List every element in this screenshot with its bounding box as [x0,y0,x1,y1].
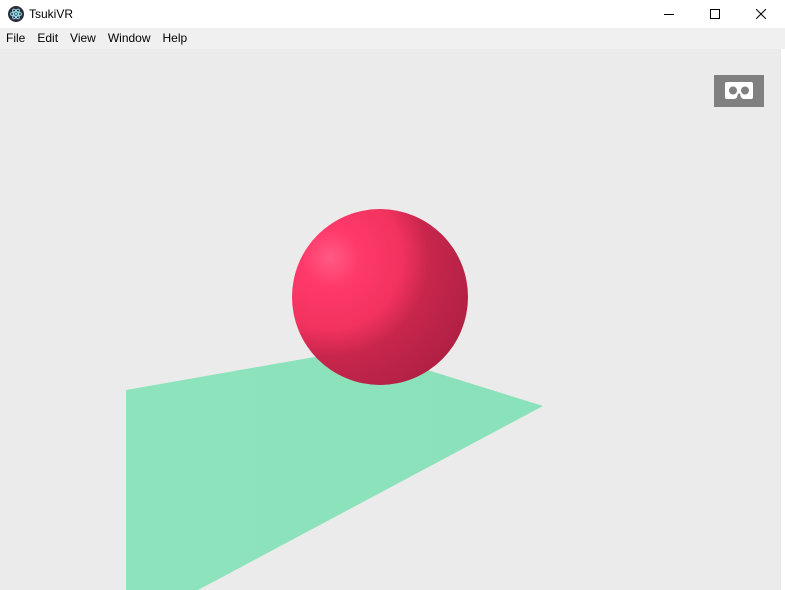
ground-plane [126,349,543,590]
menu-view[interactable]: View [64,28,102,49]
close-button[interactable] [738,0,784,28]
menu-window[interactable]: Window [102,28,157,49]
sphere [292,209,468,385]
window-border [781,49,785,590]
menu-edit[interactable]: Edit [31,28,64,49]
electron-atom-icon [8,6,24,22]
webgl-viewport[interactable] [0,49,785,590]
window-title: TsukiVR [29,7,74,21]
menu-file[interactable]: File [0,28,31,49]
title-bar[interactable]: TsukiVR [0,0,785,28]
minimize-icon [664,14,674,15]
menu-bar: File Edit View Window Help [0,28,785,49]
maximize-button[interactable] [692,0,738,28]
app-window: TsukiVR File Edit View Window Help [0,0,785,590]
enter-vr-button[interactable] [714,75,764,107]
scene-canvas[interactable] [0,49,785,590]
vr-headset-icon [725,82,753,99]
menu-help[interactable]: Help [157,28,194,49]
close-icon [756,9,766,19]
minimize-button[interactable] [646,0,692,28]
maximize-icon [710,9,720,19]
